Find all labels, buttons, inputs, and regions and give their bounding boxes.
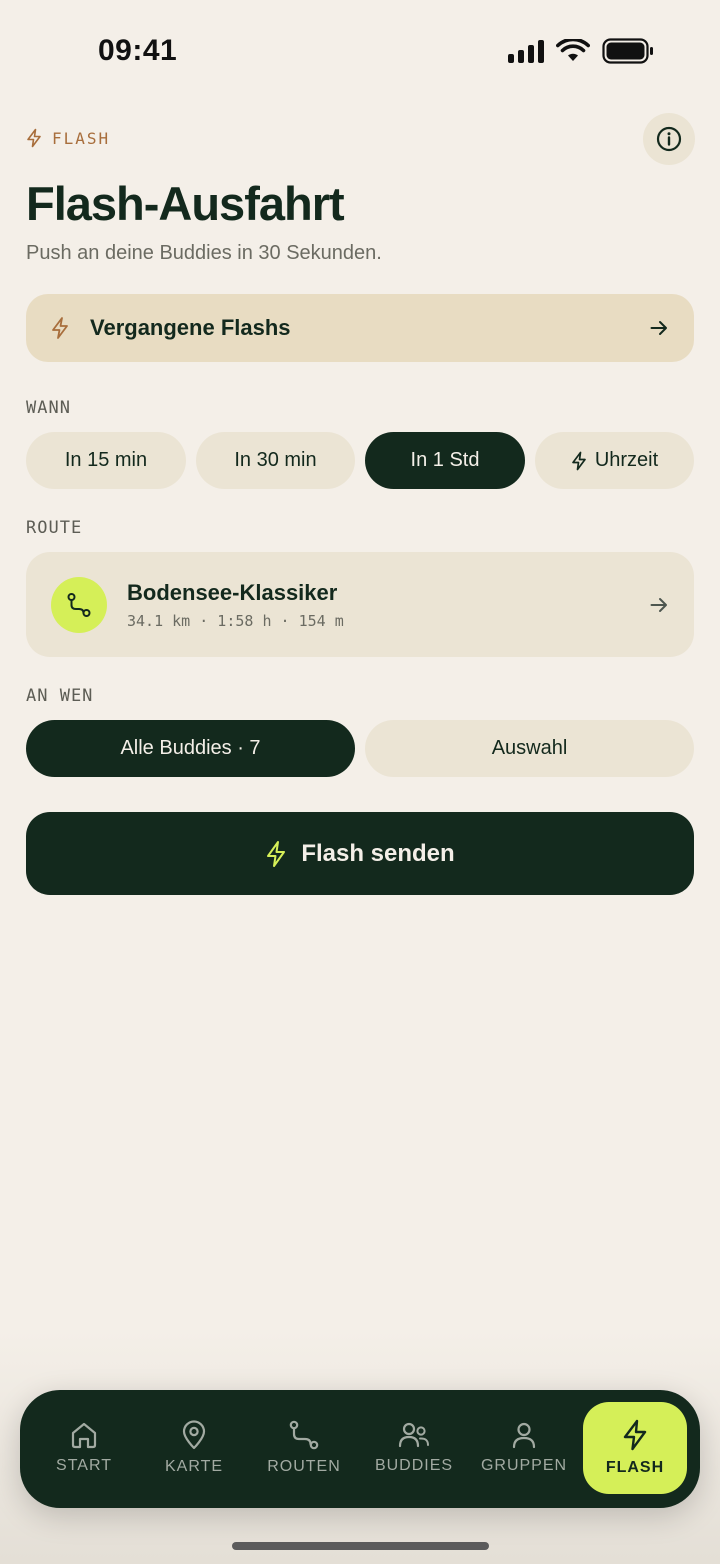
when-option-1-std[interactable]: In 1 Std xyxy=(365,432,525,489)
chip-label: In 15 min xyxy=(64,449,148,471)
bolt-icon xyxy=(52,317,68,339)
bolt-icon xyxy=(623,1419,647,1451)
route-icon xyxy=(67,592,91,617)
chip-label: In 1 Std xyxy=(410,449,480,471)
when-option-30-min[interactable]: In 30 min xyxy=(196,432,355,489)
person-icon xyxy=(512,1422,536,1449)
tab-label: ROUTEN xyxy=(267,1458,341,1475)
battery-icon xyxy=(602,38,653,64)
chip-label: Uhrzeit xyxy=(594,449,659,471)
send-flash-button[interactable]: Flash senden xyxy=(26,812,694,895)
page-subtitle: Push an deine Buddies in 30 Sekunden. xyxy=(26,242,382,264)
bolt-icon xyxy=(571,451,586,470)
route-section-label: ROUTE xyxy=(26,518,83,538)
chip-label: Auswahl xyxy=(491,737,568,759)
recipient-option-selection[interactable]: Auswahl xyxy=(365,720,694,777)
tab-karte[interactable]: KARTE xyxy=(142,1402,246,1494)
status-icons xyxy=(508,38,654,64)
route-text: Bodensee-Klassiker 34.1 km · 1:58 h · 15… xyxy=(127,580,650,630)
tab-flash[interactable]: FLASH xyxy=(583,1402,687,1494)
send-flash-label: Flash senden xyxy=(301,839,455,867)
status-time: 09:41 xyxy=(98,34,178,67)
section-eyebrow: FLASH xyxy=(26,128,110,148)
arrow-right-icon xyxy=(650,597,667,612)
home-icon xyxy=(71,1422,97,1449)
bolt-icon xyxy=(27,128,41,148)
chip-label: In 30 min xyxy=(234,449,317,471)
when-section-label: WANN xyxy=(26,398,71,418)
tab-gruppen[interactable]: GRUPPEN xyxy=(472,1402,576,1494)
route-avatar xyxy=(51,576,107,633)
tab-bar: START KARTE ROUTEN BUDDIES GRUPPEN FLASH xyxy=(20,1390,700,1508)
route-name: Bodensee-Klassiker xyxy=(127,579,338,605)
home-indicator xyxy=(232,1542,489,1550)
recipient-options: Alle Buddies · 7 Auswahl xyxy=(26,720,694,777)
cellular-signal-icon xyxy=(508,39,544,63)
buddies-icon xyxy=(398,1422,429,1448)
bolt-icon xyxy=(267,840,286,867)
when-options: In 15 min In 30 min In 1 Std Uhrzeit xyxy=(26,432,694,489)
when-option-15-min[interactable]: In 15 min xyxy=(26,432,186,489)
map-pin-icon xyxy=(182,1420,206,1450)
info-icon xyxy=(656,126,682,152)
tab-label: KARTE xyxy=(164,1458,224,1475)
chip-label: Alle Buddies · 7 xyxy=(120,737,261,759)
route-card[interactable]: Bodensee-Klassiker 34.1 km · 1:58 h · 15… xyxy=(26,552,694,657)
tab-label: GRUPPEN xyxy=(480,1457,568,1474)
recipient-option-all-buddies[interactable]: Alle Buddies · 7 xyxy=(26,720,355,777)
arrow-right-icon xyxy=(650,321,667,335)
tab-label: START xyxy=(56,1457,112,1474)
past-flashes-label: Vergangene Flashs xyxy=(90,315,291,340)
status-bar: 09:41 xyxy=(0,0,720,100)
tab-buddies[interactable]: BUDDIES xyxy=(362,1402,466,1494)
info-button[interactable] xyxy=(643,113,695,165)
route-meta: 34.1 km · 1:58 h · 154 m xyxy=(127,611,344,630)
tab-routen[interactable]: ROUTEN xyxy=(252,1402,356,1494)
route-icon xyxy=(289,1420,319,1450)
tab-start[interactable]: START xyxy=(32,1402,136,1494)
tab-label: BUDDIES xyxy=(374,1457,454,1474)
recipients-section-label: AN WEN xyxy=(26,686,94,706)
when-option-uhrzeit[interactable]: Uhrzeit xyxy=(535,432,694,489)
past-flashes-button[interactable]: Vergangene Flashs xyxy=(26,294,694,362)
wifi-icon xyxy=(556,39,590,61)
tab-label: FLASH xyxy=(605,1459,665,1476)
page-title: Flash-Ausfahrt xyxy=(26,177,345,230)
eyebrow-label: FLASH xyxy=(52,128,111,148)
